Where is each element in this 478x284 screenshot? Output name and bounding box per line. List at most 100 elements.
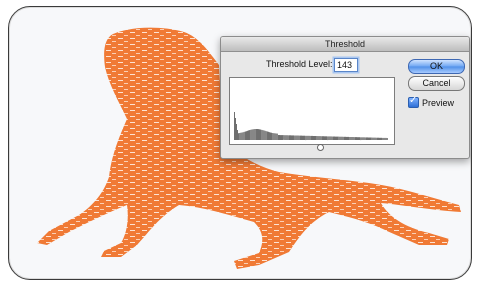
histogram-bar xyxy=(366,137,367,140)
histogram-bar xyxy=(369,137,370,140)
histogram-bar xyxy=(258,129,259,140)
histogram-bar xyxy=(371,137,373,140)
histogram-bar xyxy=(304,135,305,140)
histogram-bar xyxy=(378,137,379,140)
histogram-bar xyxy=(252,129,254,140)
histogram-bar xyxy=(328,136,330,140)
histogram-bar xyxy=(357,137,358,140)
histogram-bar xyxy=(301,135,302,140)
histogram-bar xyxy=(333,136,334,140)
histogram-bar xyxy=(320,136,322,140)
threshold-level-label: Threshold Level: xyxy=(266,59,333,69)
histogram-bar xyxy=(271,132,272,140)
image-canvas: Threshold Threshold Level: 143 OK Cancel… xyxy=(8,6,472,280)
histogram-bar xyxy=(362,137,364,140)
histogram-bar xyxy=(356,137,357,140)
histogram-bar xyxy=(240,132,242,140)
histogram-bar xyxy=(331,136,333,140)
histogram-bar xyxy=(329,136,331,140)
histogram-bar xyxy=(270,132,271,140)
histogram-bar xyxy=(358,137,359,140)
threshold-slider-thumb[interactable] xyxy=(317,144,324,151)
histogram-bar xyxy=(327,136,329,141)
histogram-bar xyxy=(259,129,260,140)
histogram-bar xyxy=(351,137,353,140)
histogram-bar xyxy=(278,135,279,140)
histogram-bar xyxy=(302,135,303,140)
histogram-bar xyxy=(375,137,377,140)
histogram-bar xyxy=(237,130,238,140)
histogram-bar xyxy=(272,133,274,140)
dialog-title: Threshold xyxy=(221,37,469,52)
histogram-bar xyxy=(265,131,267,140)
histogram-bar xyxy=(303,135,304,140)
preview-toggle[interactable]: Preview xyxy=(408,95,454,108)
histogram-bar xyxy=(283,135,285,140)
histogram-bar xyxy=(326,136,327,140)
histogram-bar xyxy=(300,135,301,140)
histogram-bar xyxy=(316,136,318,140)
histogram-bar xyxy=(368,137,369,140)
histogram-bar xyxy=(247,130,248,140)
histogram-bar xyxy=(382,137,384,140)
histogram-bar xyxy=(335,136,336,140)
histogram-bar xyxy=(311,135,312,140)
cancel-button[interactable]: Cancel xyxy=(408,76,465,91)
histogram-bar xyxy=(268,131,269,140)
histogram-bar xyxy=(373,137,375,140)
histogram-bar xyxy=(256,129,257,140)
histogram-bar xyxy=(242,132,244,140)
histogram-bar xyxy=(352,137,354,140)
histogram-bar xyxy=(245,131,246,140)
histogram-bar xyxy=(281,135,282,140)
histogram-bar xyxy=(336,136,337,140)
histogram-bar xyxy=(312,135,313,140)
histogram-bar xyxy=(334,136,335,140)
histogram-bar xyxy=(243,131,245,140)
histogram-bar xyxy=(313,136,314,140)
histogram-bar xyxy=(377,137,378,140)
histogram-bar xyxy=(350,137,352,140)
histogram-bar xyxy=(250,129,252,140)
histogram-bar xyxy=(275,133,277,140)
histogram-bar xyxy=(289,135,290,140)
histogram-bar xyxy=(367,137,368,140)
histogram-bar xyxy=(347,136,348,140)
histogram-bar xyxy=(274,133,276,140)
histogram-bar xyxy=(261,129,263,140)
threshold-level-input[interactable]: 143 xyxy=(334,58,358,72)
histogram-bar xyxy=(361,137,363,140)
histogram-bar xyxy=(251,129,253,140)
histogram-bar xyxy=(241,132,243,140)
histogram-bar xyxy=(315,136,316,140)
histogram-bar xyxy=(248,130,249,140)
histogram-bar xyxy=(318,136,320,140)
preview-checkbox[interactable] xyxy=(408,95,419,108)
histogram-bar xyxy=(263,130,265,140)
histogram-bar xyxy=(239,133,241,140)
histogram-bar xyxy=(282,135,283,140)
histogram-bar xyxy=(314,136,315,140)
histogram-bar xyxy=(276,133,278,140)
histogram-bar xyxy=(374,137,376,140)
histogram-bar xyxy=(279,135,280,140)
histogram-bar xyxy=(346,136,347,140)
histogram-bar xyxy=(267,131,268,140)
histogram-bar xyxy=(262,130,264,140)
histogram-bar xyxy=(380,137,381,140)
histogram-bar xyxy=(294,135,296,140)
histogram-bar xyxy=(246,131,247,140)
histogram-bar xyxy=(317,136,319,140)
histogram-bar xyxy=(360,137,362,141)
histogram-bar xyxy=(257,129,258,140)
histogram-bar xyxy=(238,133,239,140)
histogram-bar xyxy=(385,137,387,140)
histogram-bar xyxy=(235,118,236,140)
histogram-bar xyxy=(236,124,237,140)
histogram-bar xyxy=(323,136,324,140)
histogram-bar xyxy=(372,137,374,140)
ok-button[interactable]: OK xyxy=(408,59,465,74)
histogram-bar xyxy=(298,135,300,140)
histogram-bar xyxy=(330,136,332,140)
histogram-bar xyxy=(342,136,344,140)
